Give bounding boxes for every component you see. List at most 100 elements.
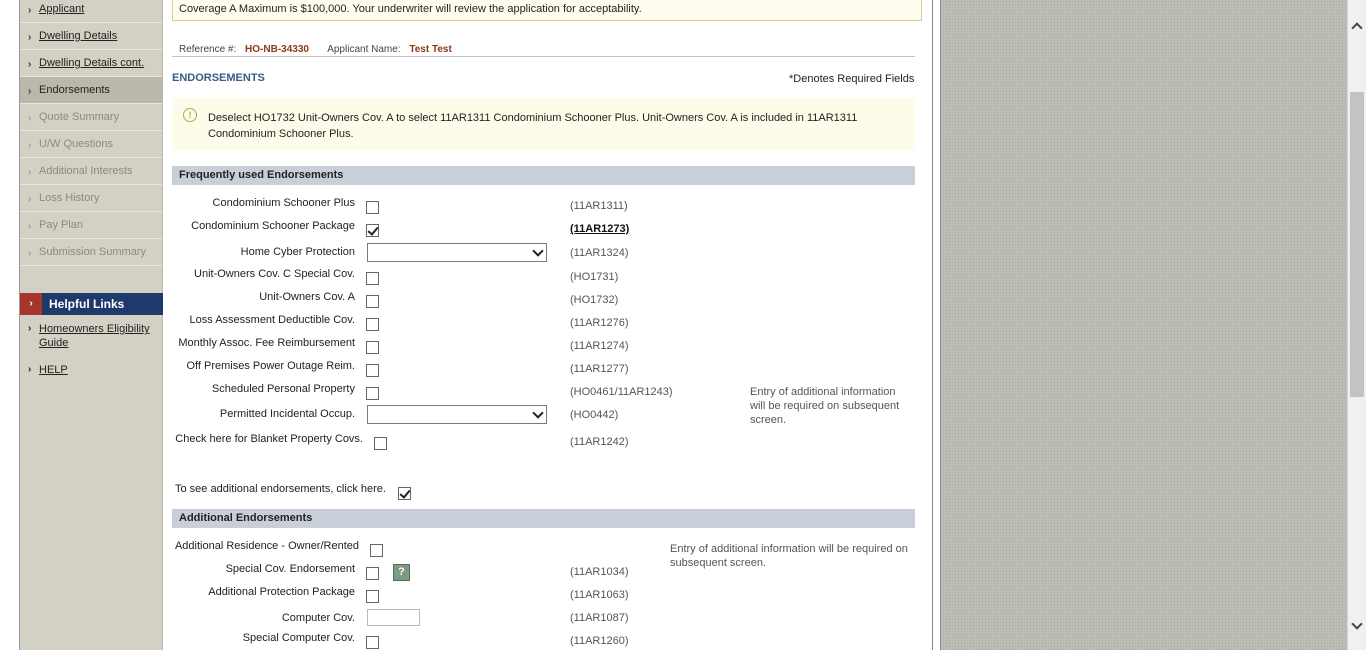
- question-icon[interactable]: ?: [393, 564, 410, 581]
- endorsement-label: Check here for Blanket Property Covs.: [175, 433, 363, 445]
- vertical-scrollbar[interactable]: [1347, 0, 1366, 650]
- sidebar-item-label: Endorsements: [39, 84, 110, 96]
- home-cyber-protection-select[interactable]: [367, 243, 547, 262]
- special-cov-endorsement-checkbox[interactable]: [366, 567, 379, 580]
- sidebar-item-additional-interests: › Additional Interests: [20, 158, 162, 185]
- main-content: Coverage A Maximum is $100,000. Your und…: [163, 0, 933, 650]
- endorsement-code: (HO0442): [570, 409, 619, 421]
- endorsement-code: (11AR1063): [570, 589, 629, 601]
- endorsement-label: Unit-Owners Cov. C Special Cov.: [194, 268, 355, 280]
- endorsement-label: Condominium Schooner Package: [191, 220, 355, 232]
- sidebar-item-dwelling-details-cont[interactable]: › Dwelling Details cont.: [20, 50, 162, 77]
- helpful-link-label: HELP: [39, 364, 68, 376]
- endorsement-row: Home Cyber Protection (11AR1324): [163, 243, 933, 263]
- chevron-right-icon: ›: [20, 293, 42, 315]
- endorsement-label: Condominium Schooner Plus: [212, 197, 355, 209]
- scheduled-personal-property-checkbox[interactable]: [366, 387, 379, 400]
- sidebar-item-quote-summary: › Quote Summary: [20, 104, 162, 131]
- lightbulb-icon: !: [183, 108, 197, 122]
- frequent-endorsements-header: Frequently used Endorsements: [172, 166, 915, 185]
- endorsement-label: Monthly Assoc. Fee Reimbursement: [178, 337, 355, 349]
- helpful-links-header: › Helpful Links: [20, 293, 163, 315]
- additional-info-note: Entry of additional information will be …: [670, 543, 908, 569]
- endorsement-code: (11AR1276): [570, 317, 629, 329]
- sidebar-item-label: Additional Interests: [39, 165, 133, 177]
- chevron-right-icon: ›: [28, 113, 32, 124]
- sidebar-item-uw-questions: › U/W Questions: [20, 131, 162, 158]
- endorsement-label: Special Cov. Endorsement: [225, 563, 355, 575]
- endorsement-label: Special Computer Cov.: [242, 632, 355, 644]
- additional-residence-checkbox[interactable]: [370, 544, 383, 557]
- chevron-down-icon: [532, 245, 544, 257]
- sidebar-item-endorsements[interactable]: › Endorsements: [20, 77, 162, 104]
- special-computer-cov-checkbox[interactable]: [366, 636, 379, 649]
- sidebar-item-dwelling-details[interactable]: › Dwelling Details: [20, 23, 162, 50]
- endorsement-code: (11AR1274): [570, 340, 629, 352]
- chevron-up-icon[interactable]: [1351, 22, 1363, 34]
- chevron-right-icon: ›: [28, 59, 32, 70]
- sidebar-item-label: Loss History: [39, 192, 100, 204]
- endorsement-label: Off Premises Power Outage Reim.: [186, 360, 355, 372]
- chevron-down-icon[interactable]: [1351, 618, 1363, 630]
- endorsement-code: (11AR1242): [570, 436, 629, 448]
- condominium-schooner-package-checkbox[interactable]: [366, 224, 379, 237]
- chevron-right-icon: ›: [28, 248, 32, 259]
- endorsement-row: Additional Protection Package (11AR1063): [163, 585, 933, 605]
- sidebar-item-applicant[interactable]: › Applicant: [20, 0, 162, 23]
- sidebar-nav: › Applicant › Dwelling Details › Dwellin…: [20, 0, 163, 650]
- off-premises-power-outage-checkbox[interactable]: [366, 364, 379, 377]
- permitted-incidental-occup-select[interactable]: [367, 405, 547, 424]
- endorsement-code: (11AR1311): [570, 200, 628, 212]
- unit-owners-cov-c-checkbox[interactable]: [366, 272, 379, 285]
- reference-label: Reference #:: [179, 44, 237, 55]
- unit-owners-cov-a-checkbox[interactable]: [366, 295, 379, 308]
- endorsement-label: Permitted Incidental Occup.: [219, 408, 355, 420]
- endorsement-row: Condominium Schooner Plus (11AR1311): [163, 196, 933, 216]
- additional-protection-package-checkbox[interactable]: [366, 590, 379, 603]
- info-message-text: Deselect HO1732 Unit-Owners Cov. A to se…: [208, 112, 858, 140]
- sidebar-item-label: Dwelling Details cont.: [39, 57, 145, 69]
- endorsement-label: Unit-Owners Cov. A: [259, 291, 355, 303]
- scrollbar-thumb[interactable]: [1350, 92, 1364, 397]
- helpful-link-help[interactable]: › HELP: [20, 363, 163, 377]
- content-border: [933, 0, 941, 650]
- coverage-notice: Coverage A Maximum is $100,000. Your und…: [172, 0, 922, 21]
- reference-line: Reference #: HO-NB-34330 Applicant Name:…: [179, 44, 468, 55]
- endorsement-row: Off Premises Power Outage Reim. (11AR127…: [163, 359, 933, 379]
- helpful-link-eligibility-guide[interactable]: › Homeowners Eligibility Guide: [20, 322, 163, 350]
- show-additional-label: To see additional endorsements, click he…: [175, 483, 386, 495]
- endorsement-code-link[interactable]: (11AR1273): [570, 223, 629, 235]
- loss-assessment-deductible-checkbox[interactable]: [366, 318, 379, 331]
- endorsement-code: (HO1732): [570, 294, 619, 306]
- chevron-down-icon: [532, 407, 544, 419]
- sidebar-item-submission-summary: › Submission Summary: [20, 239, 162, 266]
- endorsement-label: Loss Assessment Deductible Cov.: [189, 314, 355, 326]
- endorsement-code: (11AR1260): [570, 635, 629, 647]
- sidebar-item-label: Dwelling Details: [39, 30, 118, 42]
- chevron-right-icon: ›: [28, 5, 32, 16]
- endorsement-row: Monthly Assoc. Fee Reimbursement (11AR12…: [163, 336, 933, 356]
- endorsement-label: Scheduled Personal Property: [211, 383, 355, 395]
- monthly-assoc-fee-checkbox[interactable]: [366, 341, 379, 354]
- endorsement-code: (HO0461/11AR1243): [570, 386, 673, 398]
- chevron-right-icon: ›: [28, 32, 32, 43]
- additional-endorsements-header: Additional Endorsements: [172, 509, 915, 528]
- condominium-schooner-plus-checkbox[interactable]: [366, 201, 379, 214]
- endorsement-label: Additional Residence - Owner/Rented: [174, 540, 359, 552]
- endorsement-row: Loss Assessment Deductible Cov. (11AR127…: [163, 313, 933, 333]
- helpful-links-title: Helpful Links: [49, 297, 125, 311]
- sidebar-item-loss-history: › Loss History: [20, 185, 162, 212]
- endorsement-label: Additional Protection Package: [208, 586, 355, 598]
- blanket-property-checkbox[interactable]: [374, 437, 387, 450]
- endorsement-row: Unit-Owners Cov. A (HO1732): [163, 290, 933, 310]
- sidebar-item-pay-plan: › Pay Plan: [20, 212, 162, 239]
- chevron-right-icon: ›: [28, 86, 32, 97]
- chevron-right-icon: ›: [28, 364, 32, 375]
- endorsement-code: (11AR1324): [570, 247, 629, 259]
- divider: [172, 56, 915, 57]
- endorsement-code: (11AR1034): [570, 566, 629, 578]
- show-additional-checkbox[interactable]: [398, 487, 411, 500]
- computer-cov-input[interactable]: [367, 609, 420, 626]
- required-fields-note: *Denotes Required Fields: [789, 73, 915, 85]
- chevron-right-icon: ›: [28, 221, 32, 232]
